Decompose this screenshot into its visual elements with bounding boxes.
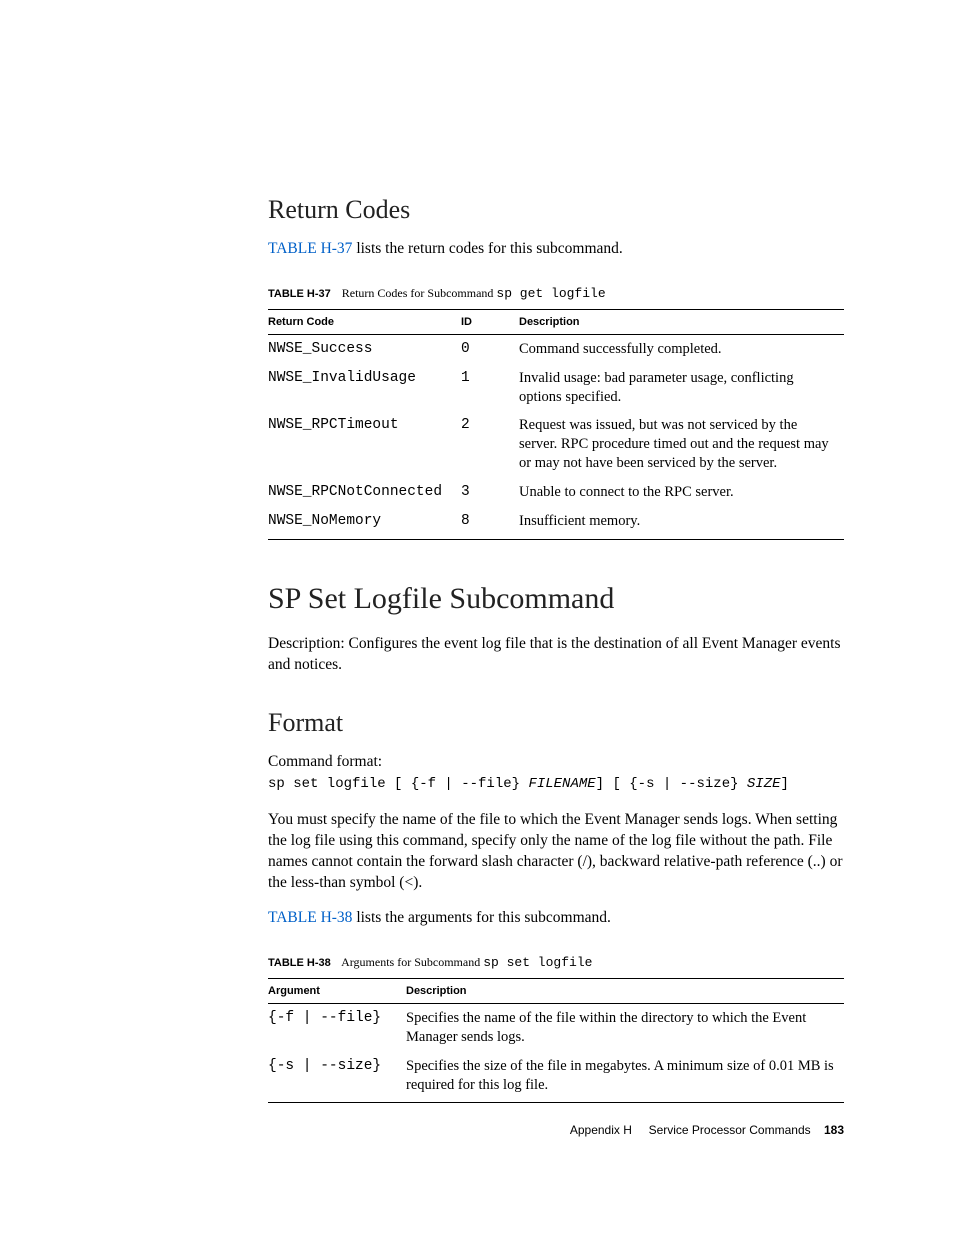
cell-arg: {-s | --size} — [268, 1052, 406, 1103]
cell-desc: Unable to connect to the RPC server. — [519, 478, 844, 507]
th-id: ID — [461, 309, 519, 334]
link-table-h38[interactable]: TABLE H-38 — [268, 909, 352, 926]
cell-id: 1 — [461, 364, 519, 412]
caption-code: sp set logfile — [483, 955, 592, 970]
intro2-text: lists the arguments for this subcommand. — [352, 909, 610, 926]
cell-id: 3 — [461, 478, 519, 507]
caption-text: Return Codes for Subcommand — [342, 286, 497, 300]
th-description: Description — [519, 309, 844, 334]
cell-id: 2 — [461, 411, 519, 478]
table-row: NWSE_NoMemory 8 Insufficient memory. — [268, 507, 844, 539]
page-footer: Appendix H Service Processor Commands 18… — [570, 1123, 844, 1137]
heading-format: Format — [268, 708, 844, 738]
cell-desc: Command successfully completed. — [519, 334, 844, 363]
cmd-part: sp set logfile [ {-f | --file} — [268, 776, 528, 792]
cell-id: 0 — [461, 334, 519, 363]
cell-desc: Insufficient memory. — [519, 507, 844, 539]
intro-paragraph: TABLE H-37 lists the return codes for th… — [268, 239, 844, 260]
table-row: NWSE_InvalidUsage 1 Invalid usage: bad p… — [268, 364, 844, 412]
intro2-paragraph: TABLE H-38 lists the arguments for this … — [268, 908, 844, 929]
intro-text: lists the return codes for this subcomma… — [352, 240, 622, 257]
format-note-paragraph: You must specify the name of the file to… — [268, 810, 844, 894]
cmd-part: ] — [781, 776, 789, 792]
table-row: {-f | --file} Specifies the name of the … — [268, 1004, 844, 1052]
description-paragraph: Description: Configures the event log fi… — [268, 634, 844, 676]
footer-appendix: Appendix H — [570, 1123, 632, 1137]
cell-code: NWSE_NoMemory — [268, 507, 461, 539]
caption-label: TABLE H-38 — [268, 957, 331, 969]
heading-sp-set-logfile: SP Set Logfile Subcommand — [268, 582, 844, 616]
th-return-code: Return Code — [268, 309, 461, 334]
cell-code: NWSE_Success — [268, 334, 461, 363]
cell-code: NWSE_RPCTimeout — [268, 411, 461, 478]
caption-label: TABLE H-37 — [268, 288, 331, 300]
th-description: Description — [406, 979, 844, 1004]
heading-return-codes: Return Codes — [268, 195, 844, 225]
cell-desc: Specifies the name of the file within th… — [406, 1004, 844, 1052]
table-row: NWSE_RPCTimeout 2 Request was issued, bu… — [268, 411, 844, 478]
table-row: NWSE_RPCNotConnected 3 Unable to connect… — [268, 478, 844, 507]
table-arguments: Argument Description {-f | --file} Speci… — [268, 978, 844, 1103]
cell-arg: {-f | --file} — [268, 1004, 406, 1052]
caption-text: Arguments for Subcommand — [341, 955, 483, 969]
cmd-arg-filename: FILENAME — [528, 776, 595, 792]
table-row: {-s | --size} Specifies the size of the … — [268, 1052, 844, 1103]
footer-page-number: 183 — [824, 1123, 844, 1137]
cell-code: NWSE_RPCNotConnected — [268, 478, 461, 507]
cell-id: 8 — [461, 507, 519, 539]
cell-desc: Invalid usage: bad parameter usage, conf… — [519, 364, 844, 412]
cell-code: NWSE_InvalidUsage — [268, 364, 461, 412]
command-line: sp set logfile [ {-f | --file} FILENAME]… — [268, 776, 844, 792]
footer-title: Service Processor Commands — [649, 1123, 811, 1137]
th-argument: Argument — [268, 979, 406, 1004]
table-h38-caption: TABLE H-38 Arguments for Subcommand sp s… — [268, 955, 844, 970]
cell-desc: Request was issued, but was not serviced… — [519, 411, 844, 478]
document-page: Return Codes TABLE H-37 lists the return… — [0, 0, 954, 1235]
command-format-label: Command format: — [268, 752, 844, 773]
cmd-arg-size: SIZE — [747, 776, 781, 792]
cell-desc: Specifies the size of the file in megaby… — [406, 1052, 844, 1103]
cmd-part: ] [ {-s | --size} — [596, 776, 747, 792]
table-return-codes: Return Code ID Description NWSE_Success … — [268, 309, 844, 540]
table-row: NWSE_Success 0 Command successfully comp… — [268, 334, 844, 363]
table-h37-caption: TABLE H-37 Return Codes for Subcommand s… — [268, 286, 844, 301]
caption-code: sp get logfile — [496, 286, 605, 301]
link-table-h37[interactable]: TABLE H-37 — [268, 240, 352, 257]
